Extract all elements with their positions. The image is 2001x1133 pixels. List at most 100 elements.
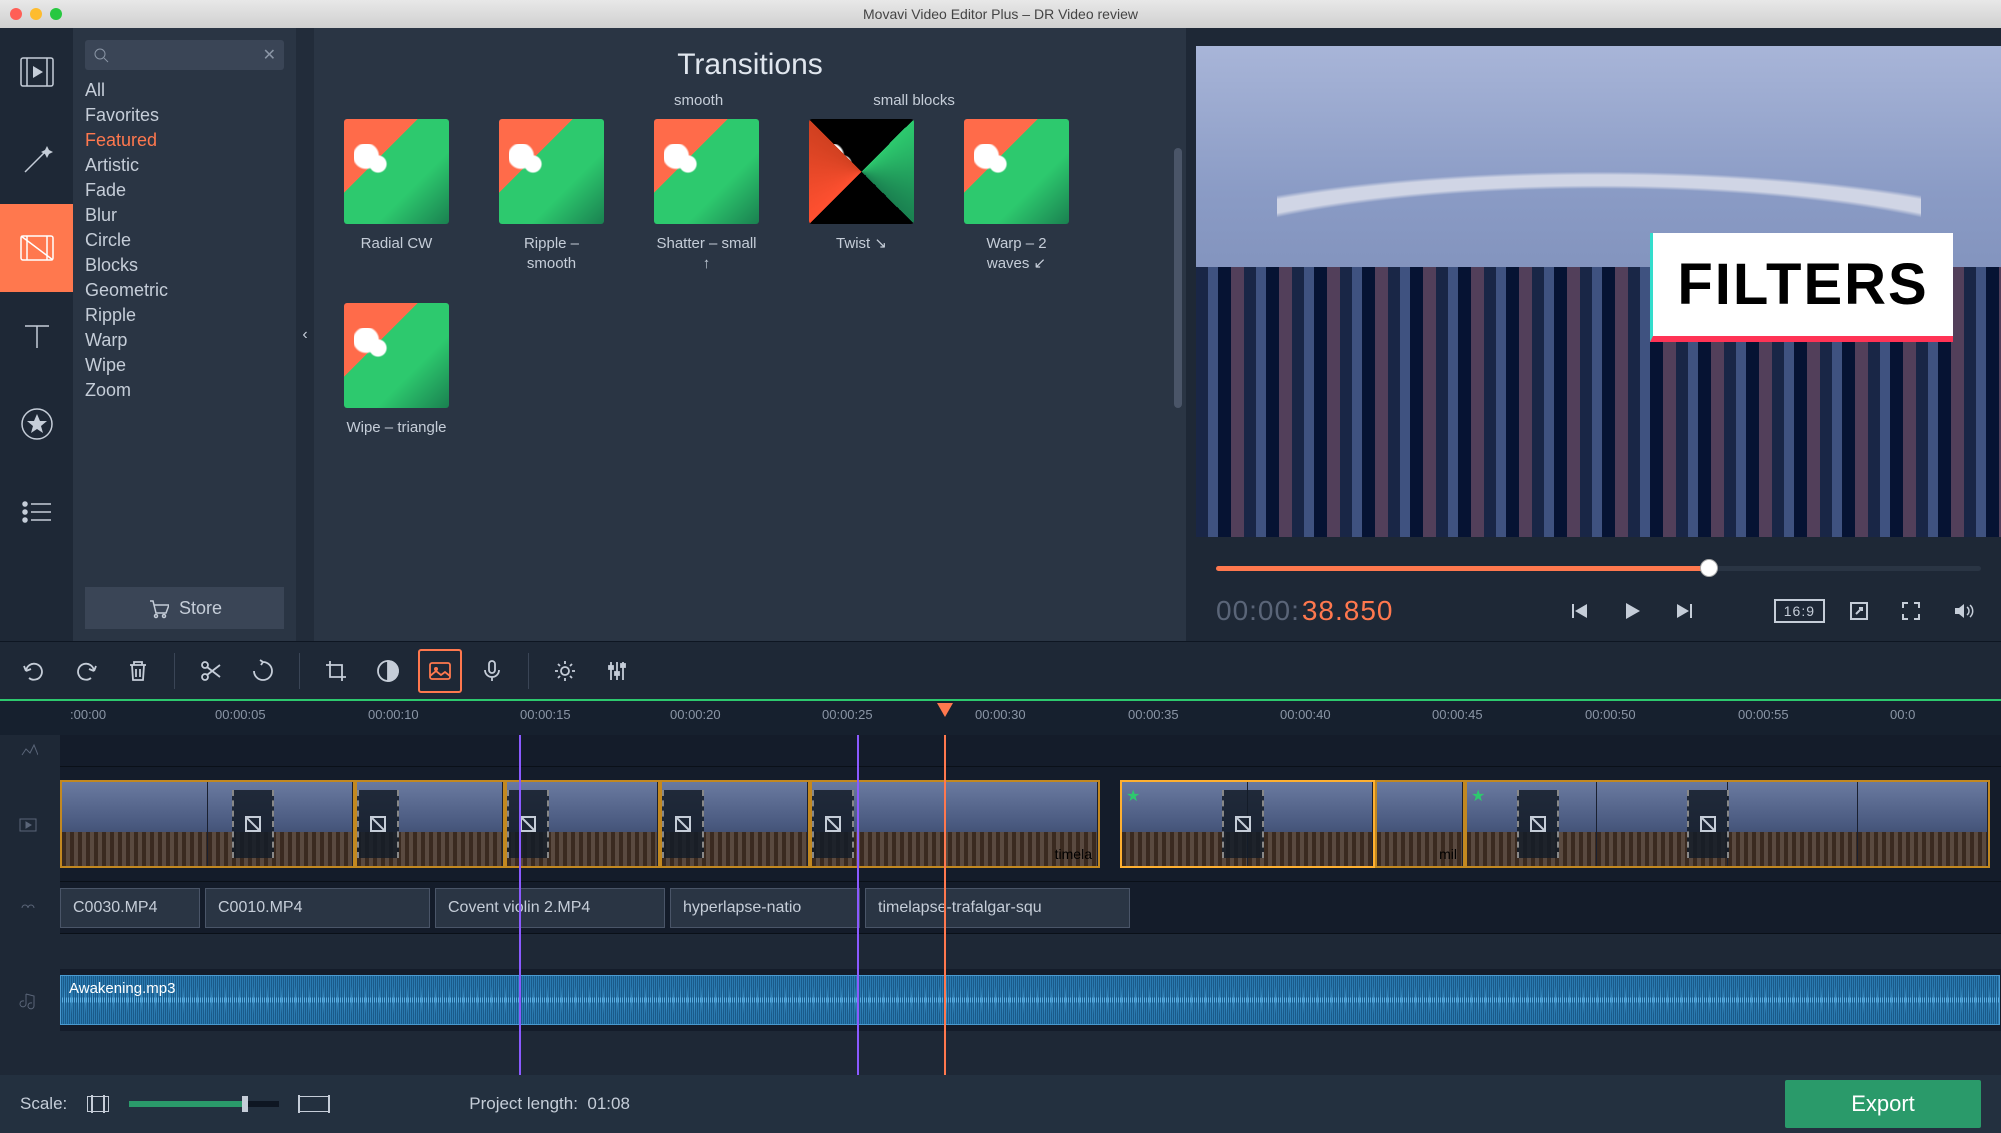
store-button[interactable]: Store [85, 587, 284, 629]
sidebar-item-transitions[interactable] [0, 204, 73, 292]
next-frame-button[interactable] [1666, 593, 1702, 629]
category-item[interactable]: Blocks [85, 253, 284, 278]
thumbnail-image [809, 119, 914, 224]
category-item[interactable]: Ripple [85, 303, 284, 328]
transition-thumbnail[interactable]: Wipe – triangle [344, 303, 449, 438]
audio-clip[interactable]: Awakening.mp3 [60, 975, 2000, 1025]
sidebar-item-filters[interactable] [0, 116, 73, 204]
transition-handle[interactable] [1517, 790, 1559, 857]
sidebar-item-stickers[interactable] [0, 380, 73, 468]
effects-track[interactable] [60, 735, 2001, 767]
video-clip[interactable] [660, 780, 810, 868]
aspect-ratio-button[interactable]: 16:9 [1774, 599, 1825, 623]
transition-handle[interactable] [662, 790, 704, 857]
preview-frame: FILTERS [1196, 46, 2001, 537]
seek-thumb[interactable] [1700, 559, 1718, 577]
preview-video[interactable]: FILTERS [1196, 46, 2001, 537]
transition-handle[interactable] [357, 790, 399, 857]
video-clip[interactable]: ★ [1120, 780, 1375, 868]
audio-track[interactable]: Awakening.mp3 [60, 969, 2001, 1031]
video-track[interactable]: timela★mil★ [60, 767, 2001, 882]
transition-thumbnail[interactable]: Ripple – smooth [499, 119, 604, 273]
video-clip[interactable] [355, 780, 505, 868]
transition-handle[interactable] [812, 790, 854, 857]
video-clip[interactable] [60, 780, 355, 868]
delete-button[interactable] [116, 649, 160, 693]
category-item[interactable]: All [85, 78, 284, 103]
maximize-window-button[interactable] [50, 8, 62, 20]
transition-thumbnail[interactable]: Warp – 2 waves ↙ [964, 119, 1069, 273]
video-clip[interactable]: ★ [1465, 780, 1990, 868]
panel-title: Transitions [344, 48, 1156, 82]
category-item[interactable]: Wipe [85, 353, 284, 378]
wand-icon [17, 140, 57, 180]
transition-handle[interactable] [232, 790, 274, 857]
linked-audio-clip[interactable]: C0030.MP4 [60, 888, 200, 928]
sidebar [0, 28, 73, 641]
undo-button[interactable] [12, 649, 56, 693]
category-item[interactable]: Zoom [85, 378, 284, 403]
favorite-star-icon: ★ [1471, 786, 1485, 806]
category-item[interactable]: Fade [85, 178, 284, 203]
linked-audio-clip[interactable]: Covent violin 2.MP4 [435, 888, 665, 928]
transition-handle[interactable] [507, 790, 549, 857]
fullscreen-button[interactable] [1893, 593, 1929, 629]
linked-audio-clip[interactable]: timelapse-trafalgar-squ [865, 888, 1130, 928]
redo-button[interactable] [64, 649, 108, 693]
linked-audio-track[interactable]: C0030.MP4C0010.MP4Covent violin 2.MP4hyp… [60, 882, 2001, 934]
category-item[interactable]: Featured [85, 128, 284, 153]
collapse-panel-button[interactable]: ‹ [296, 28, 314, 641]
sidebar-item-media[interactable] [0, 28, 73, 116]
split-button[interactable] [189, 649, 233, 693]
search-input[interactable]: ✕ [85, 40, 284, 70]
highlight-button[interactable] [418, 649, 462, 693]
crop-button[interactable] [314, 649, 358, 693]
detach-preview-button[interactable] [1841, 593, 1877, 629]
linked-audio-clip[interactable]: C0010.MP4 [205, 888, 430, 928]
equalizer-button[interactable] [595, 649, 639, 693]
sidebar-item-more[interactable] [0, 468, 73, 556]
redo-icon [73, 658, 99, 684]
record-audio-button[interactable] [470, 649, 514, 693]
video-clip[interactable]: timela [810, 780, 1100, 868]
close-window-button[interactable] [10, 8, 22, 20]
sidebar-item-titles[interactable] [0, 292, 73, 380]
clear-search-button[interactable]: ✕ [263, 45, 276, 65]
minimize-window-button[interactable] [30, 8, 42, 20]
timeline-ruler[interactable]: :00:0000:00:0500:00:1000:00:1500:00:2000… [0, 699, 2001, 735]
panel-scrollbar[interactable] [1174, 148, 1182, 408]
ruler-tick: :00:00 [70, 707, 106, 722]
clip-properties-button[interactable] [543, 649, 587, 693]
category-item[interactable]: Warp [85, 328, 284, 353]
category-item[interactable]: Artistic [85, 153, 284, 178]
zoom-in-button[interactable] [299, 1096, 329, 1112]
transition-handle[interactable] [1222, 790, 1264, 857]
category-item[interactable]: Circle [85, 228, 284, 253]
transition-thumbnail[interactable]: Twist ↘ [809, 119, 914, 273]
category-item[interactable]: Blur [85, 203, 284, 228]
export-button[interactable]: Export [1785, 1080, 1981, 1128]
rotate-button[interactable] [241, 649, 285, 693]
category-item[interactable]: Favorites [85, 103, 284, 128]
category-item[interactable]: Geometric [85, 278, 284, 303]
prev-frame-button[interactable] [1562, 593, 1598, 629]
timeline-marker[interactable] [519, 735, 521, 1075]
thumbnail-image [499, 119, 604, 224]
zoom-out-button[interactable] [87, 1096, 109, 1112]
color-adjust-button[interactable] [366, 649, 410, 693]
transition-thumbnail[interactable]: Radial CW [344, 119, 449, 273]
sliders-icon [604, 658, 630, 684]
linked-audio-clip[interactable]: hyperlapse-natio [670, 888, 860, 928]
zoom-slider[interactable] [129, 1101, 279, 1107]
timeline-marker[interactable] [857, 735, 859, 1075]
volume-button[interactable] [1945, 593, 1981, 629]
thumbnail-label: Ripple – smooth [499, 234, 604, 273]
video-clip[interactable] [505, 780, 660, 868]
transition-thumbnail[interactable]: Shatter – small ↑ [654, 119, 759, 273]
video-clip[interactable]: mil [1375, 780, 1465, 868]
image-icon [427, 658, 453, 684]
play-button[interactable] [1614, 593, 1650, 629]
preview-seek-slider[interactable] [1196, 555, 2001, 581]
transition-handle[interactable] [1687, 790, 1729, 857]
playhead-marker[interactable] [937, 703, 953, 717]
